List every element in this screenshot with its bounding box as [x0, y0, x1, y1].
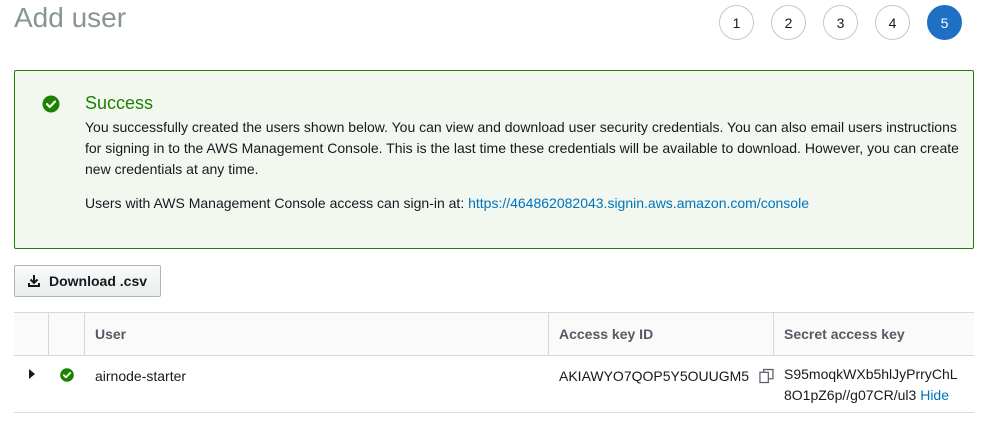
step-4-button[interactable]: 4	[875, 5, 910, 40]
page-title: Add user	[14, 2, 127, 33]
header-status-col	[49, 313, 85, 355]
row-status	[49, 356, 85, 412]
signin-info: Users with AWS Management Console access…	[85, 195, 809, 211]
check-circle-icon	[60, 368, 74, 382]
check-circle-icon	[42, 95, 60, 113]
download-csv-label: Download .csv	[49, 273, 148, 289]
secret-key-cell: S95moqkWXb5hlJyPrryChL 8O1pZ6p//g07CR/ul…	[774, 352, 974, 412]
header-secret-access-key[interactable]: Secret access key	[774, 313, 974, 355]
copy-icon[interactable]	[759, 368, 774, 384]
access-key-cell: AKIAWYO7QOP5Y5OUUGM5	[549, 356, 774, 412]
access-key-id: AKIAWYO7QOP5Y5OUUGM5	[559, 368, 750, 384]
user-name: airnode-starter	[95, 368, 187, 384]
secret-key-line2: 8O1pZ6p//g07CR/ul3 Hide	[784, 385, 974, 406]
signin-prefix: Users with AWS Management Console access…	[85, 195, 469, 211]
table-header: User Access key ID Secret access key	[14, 312, 974, 356]
alert-title: Success	[85, 93, 154, 113]
download-csv-button[interactable]: Download .csv	[14, 265, 161, 297]
secret-key-line1: S95moqkWXb5hlJyPrryChL	[784, 366, 958, 382]
alert-body: You successfully created the users shown…	[85, 119, 959, 177]
add-user-page: Add user 1 2 3 4 5 Success You successfu…	[0, 0, 985, 422]
secret-key-line2-text: 8O1pZ6p//g07CR/ul3	[784, 387, 917, 403]
step-3-button[interactable]: 3	[823, 5, 858, 40]
signin-link[interactable]: https://464862082043.signin.aws.amazon.c…	[468, 195, 809, 211]
header-expand-col	[14, 313, 49, 355]
table-row: airnode-starter AKIAWYO7QOP5Y5OUUGM5 S95…	[14, 356, 974, 413]
step-5-button[interactable]: 5	[927, 5, 962, 40]
wizard-steps: 1 2 3 4 5	[719, 5, 962, 40]
step-1-button[interactable]: 1	[719, 5, 754, 40]
step-2-button[interactable]: 2	[771, 5, 806, 40]
caret-right-icon	[28, 369, 35, 379]
success-alert: Success You successfully created the use…	[14, 70, 974, 249]
header-access-key-id[interactable]: Access key ID	[549, 313, 774, 355]
download-icon	[28, 275, 40, 287]
hide-secret-link[interactable]: Hide	[920, 387, 949, 403]
expand-row-button[interactable]	[14, 356, 49, 412]
users-table: User Access key ID Secret access key air…	[14, 312, 974, 413]
header-user[interactable]: User	[85, 313, 549, 355]
